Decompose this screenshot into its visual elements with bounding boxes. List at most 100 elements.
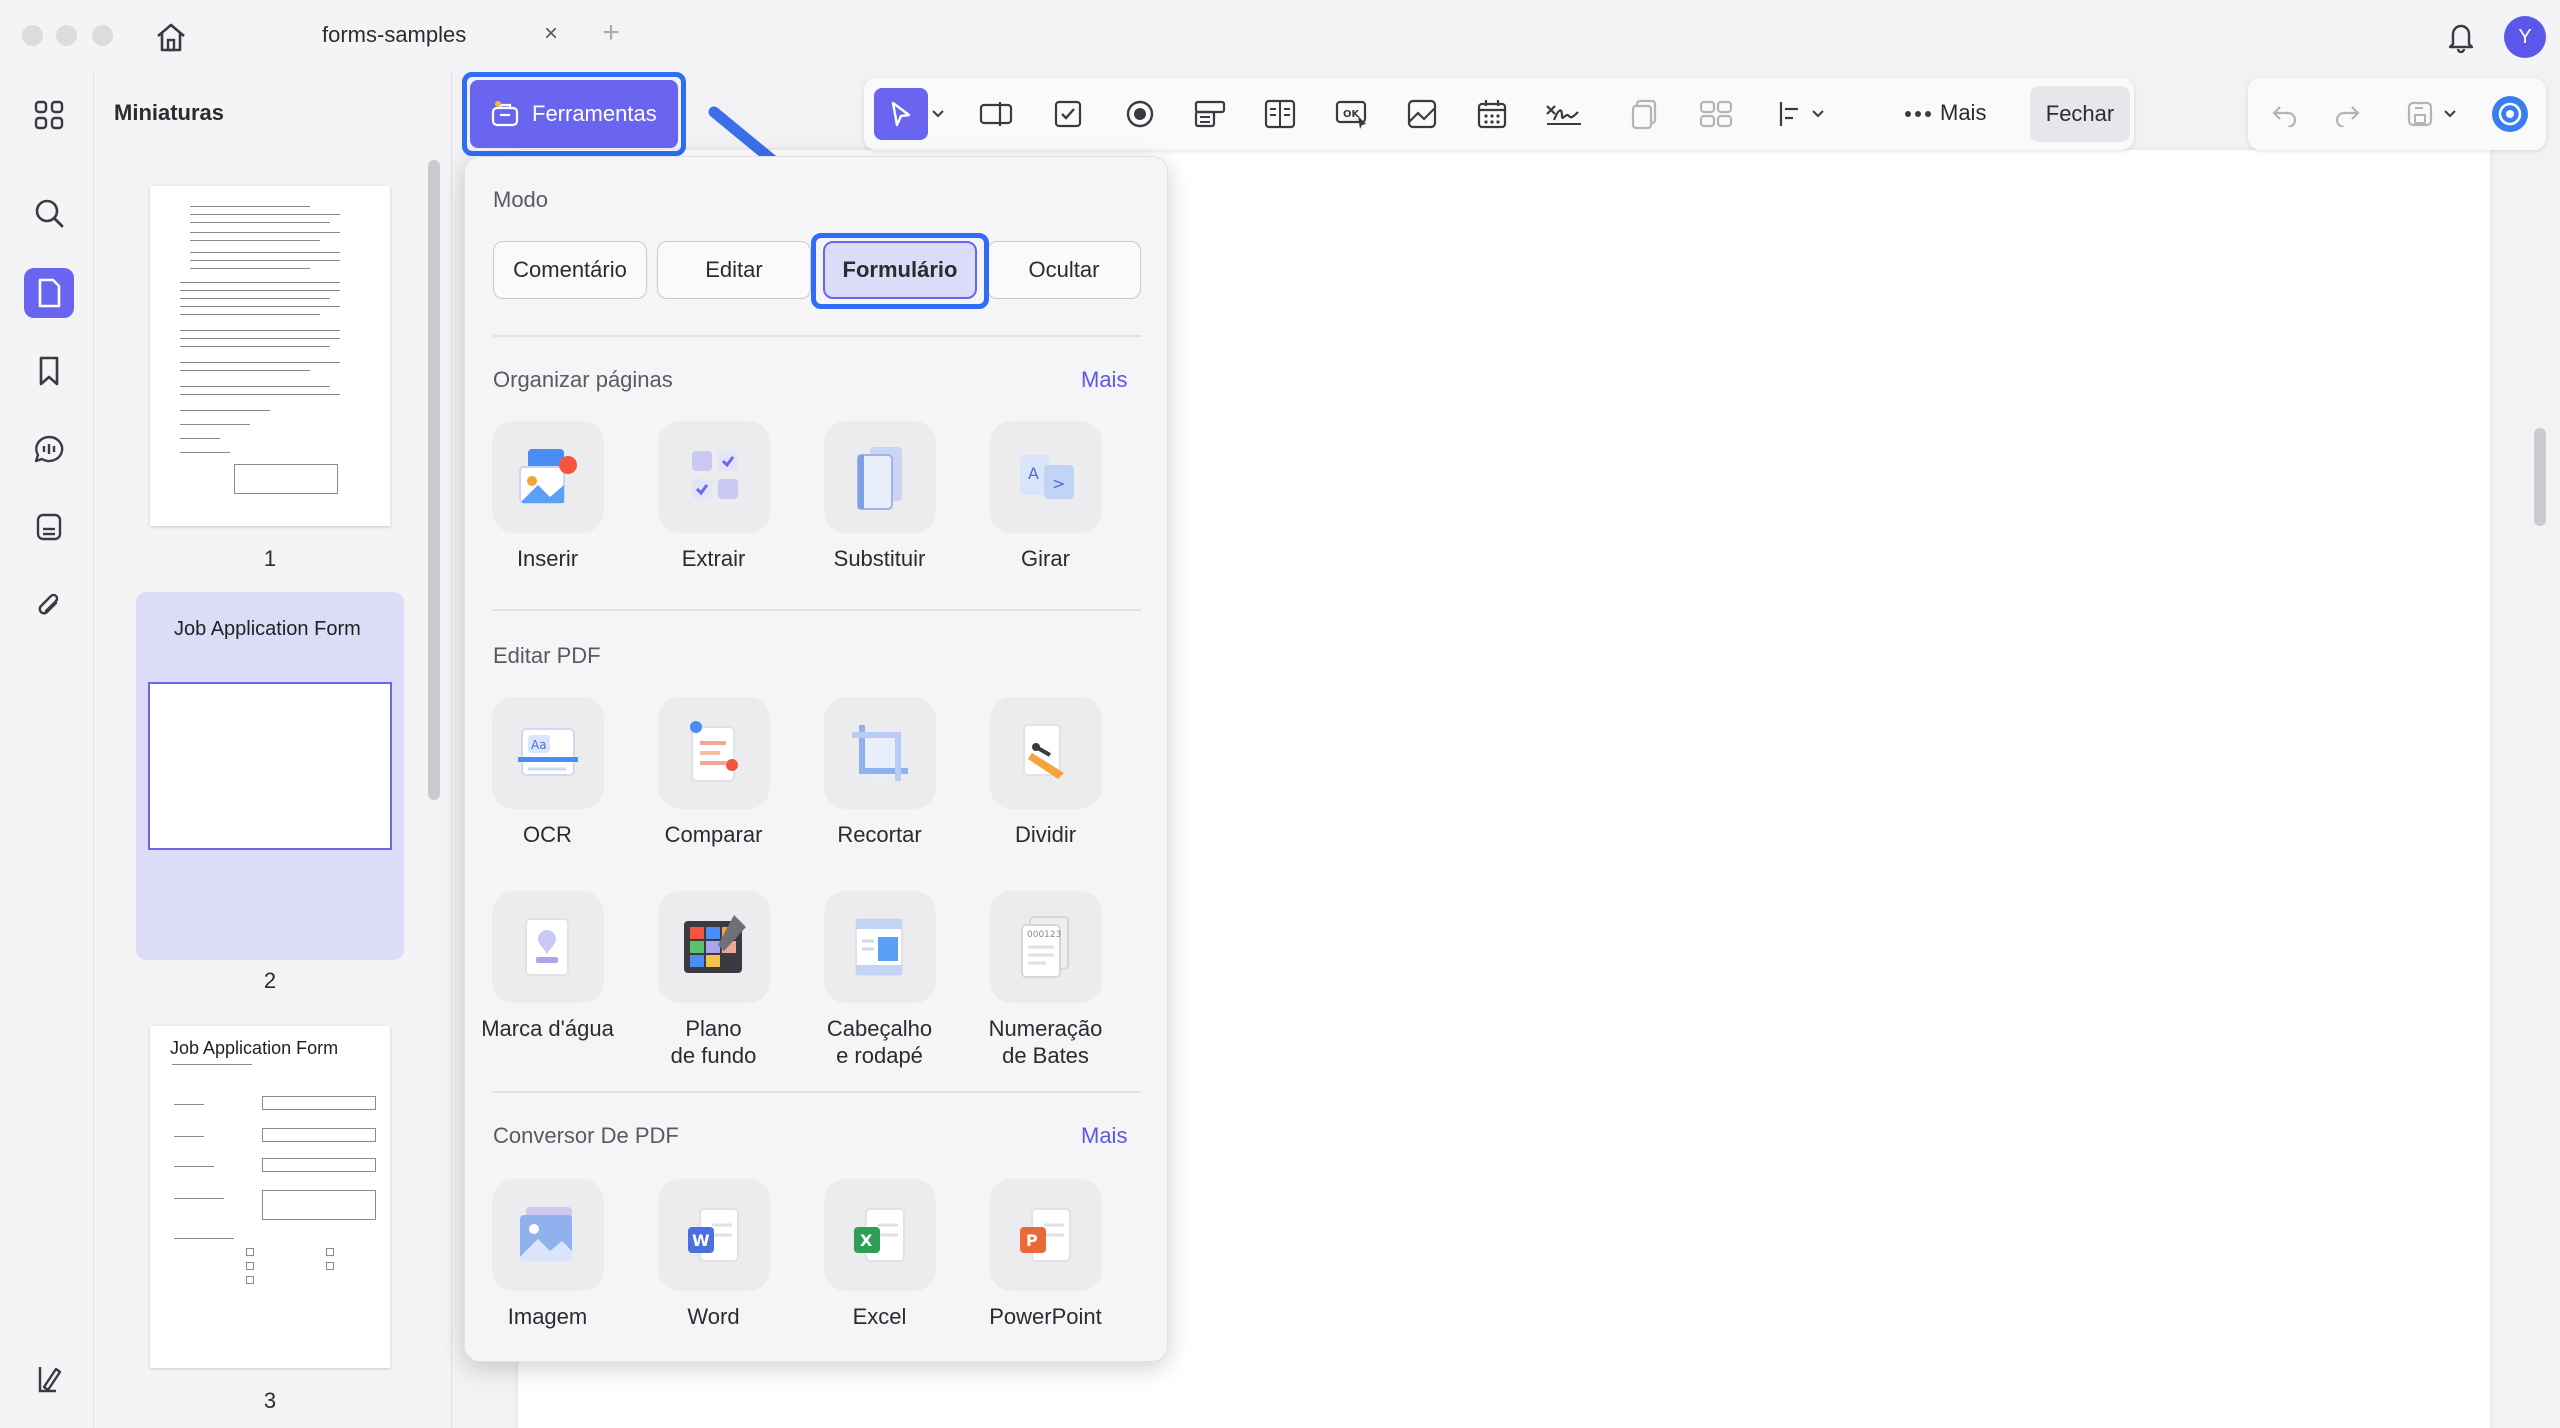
tool-watermark-label: Marca d'água: [481, 1016, 614, 1041]
undo-icon[interactable]: [2262, 92, 2306, 136]
align-chevron-down-icon[interactable]: [1806, 92, 1830, 136]
combo-box-icon[interactable]: [1188, 92, 1232, 136]
home-icon[interactable]: [150, 17, 192, 57]
document-tab[interactable]: forms-samples ×: [232, 12, 584, 60]
save-icon[interactable]: [2398, 92, 2442, 136]
tool-to-excel[interactable]: X Excel: [797, 1179, 962, 1330]
tool-compare[interactable]: Comparar: [631, 697, 796, 848]
tool-bates-label: Numeração de Bates: [988, 1016, 1103, 1068]
tool-insert-label: Inserir: [516, 546, 579, 571]
tool-header-footer-label: Cabeçalho e rodapé: [826, 1016, 933, 1068]
mode-edit-button[interactable]: Editar: [657, 241, 811, 299]
text-field-icon[interactable]: [974, 92, 1018, 136]
close-mode-button[interactable]: Fechar: [2030, 86, 2130, 142]
redo-icon[interactable]: [2326, 92, 2370, 136]
bookmark-icon[interactable]: [24, 346, 74, 396]
list-box-icon[interactable]: [1258, 92, 1302, 136]
user-avatar[interactable]: Y: [2504, 16, 2546, 58]
tool-crop[interactable]: Recortar: [797, 697, 962, 848]
mode-section-label: Modo: [493, 187, 549, 212]
section-divider: [493, 1091, 1141, 1093]
section-divider: [493, 335, 1141, 337]
ai-assistant-icon[interactable]: [2488, 92, 2532, 136]
secondary-toolbar: [2248, 78, 2546, 150]
more-button[interactable]: Mais: [1940, 100, 1986, 126]
tool-replace[interactable]: Substituir: [797, 421, 962, 572]
radio-button-icon[interactable]: [1118, 92, 1162, 136]
tool-split[interactable]: Dividir: [963, 697, 1128, 848]
tool-background[interactable]: Plano de fundo: [631, 891, 796, 1069]
rotate-pages-icon: A >: [989, 421, 1102, 533]
page-thumbnail-1[interactable]: [150, 186, 390, 526]
tool-to-powerpoint[interactable]: P PowerPoint: [963, 1179, 1128, 1330]
chevron-down-icon[interactable]: [926, 92, 950, 136]
tool-crop-label: Recortar: [837, 822, 922, 847]
tab-close-icon[interactable]: ×: [536, 20, 566, 48]
signature-field-icon[interactable]: [1542, 92, 1586, 136]
thumbnails-scrollbar[interactable]: [428, 160, 440, 800]
tool-bates[interactable]: 000123 Numeração de Bates: [963, 891, 1128, 1069]
stamp-icon[interactable]: [24, 502, 74, 552]
bell-icon[interactable]: [2440, 16, 2482, 58]
mode-comment-button[interactable]: Comentário: [493, 241, 647, 299]
tool-insert[interactable]: Inserir: [465, 421, 630, 572]
grid-apps-icon[interactable]: [24, 90, 74, 140]
page-number-2: 2: [263, 968, 277, 993]
organize-more-link[interactable]: Mais: [1081, 367, 1127, 393]
tool-ocr[interactable]: Aa OCR: [465, 697, 630, 848]
document-scrollbar[interactable]: [2534, 428, 2546, 526]
svg-text:Aa: Aa: [531, 738, 547, 752]
convert-more-link[interactable]: Mais: [1081, 1123, 1127, 1149]
more-dots-icon[interactable]: [1896, 92, 1940, 136]
mode-hide-button[interactable]: Ocultar: [987, 241, 1141, 299]
header-footer-icon: [823, 891, 936, 1003]
search-icon[interactable]: [24, 188, 74, 238]
new-tab-icon[interactable]: +: [596, 16, 626, 50]
tool-watermark[interactable]: Marca d'água: [465, 891, 630, 1042]
crop-icon: [823, 697, 936, 809]
tool-replace-label: Substituir: [833, 546, 926, 571]
tool-to-image[interactable]: Imagem: [465, 1179, 630, 1330]
tool-to-word[interactable]: W Word: [631, 1179, 796, 1330]
select-cursor-icon[interactable]: [874, 88, 928, 140]
comments-icon[interactable]: [24, 424, 74, 474]
extract-pages-icon: [657, 421, 770, 533]
convert-section-label: Conversor De PDF: [493, 1123, 679, 1148]
page-2-form-field: [148, 682, 392, 850]
split-icon: [989, 697, 1102, 809]
tool-rotate[interactable]: A > Girar: [963, 421, 1128, 572]
layers-icon[interactable]: [24, 1354, 74, 1404]
page-number-1: 1: [263, 546, 277, 571]
grid-fields-icon[interactable]: [1694, 92, 1738, 136]
thumbnails-title: Miniaturas: [114, 100, 225, 125]
tools-button-highlight: [462, 72, 686, 156]
svg-text:W: W: [692, 1231, 710, 1250]
date-field-icon[interactable]: [1470, 92, 1514, 136]
tool-to-excel-label: Excel: [852, 1304, 907, 1329]
tool-extract-label: Extrair: [681, 546, 746, 571]
attachment-icon[interactable]: [24, 580, 74, 630]
window-close-button[interactable]: [22, 25, 43, 46]
tool-to-word-label: Word: [687, 1304, 740, 1329]
tool-to-powerpoint-label: PowerPoint: [989, 1304, 1102, 1329]
window-minimize-button[interactable]: [56, 25, 77, 46]
tools-panel: Modo Comentário Editar Formulário Oculta…: [464, 156, 1168, 1362]
tab-title: forms-samples: [322, 22, 467, 47]
tool-extract[interactable]: Extrair: [631, 421, 796, 572]
tool-split-label: Dividir: [1014, 822, 1077, 847]
button-field-icon[interactable]: OK: [1330, 92, 1374, 136]
page-thumbnail-3[interactable]: Job Application Form: [150, 1026, 390, 1368]
svg-text:A: A: [1028, 464, 1039, 483]
window-zoom-button[interactable]: [92, 25, 113, 46]
svg-text:>: >: [1052, 474, 1065, 493]
organize-section-label: Organizar páginas: [493, 367, 673, 392]
svg-text:OK: OK: [1343, 109, 1361, 120]
copy-fields-icon[interactable]: [1622, 92, 1666, 136]
thumbnails-icon[interactable]: [24, 268, 74, 318]
excel-icon: X: [823, 1179, 936, 1291]
save-chevron-down-icon[interactable]: [2438, 92, 2462, 136]
tool-rotate-label: Girar: [1021, 546, 1070, 571]
checkbox-icon[interactable]: [1046, 92, 1090, 136]
tool-header-footer[interactable]: Cabeçalho e rodapé: [797, 891, 962, 1069]
image-field-icon[interactable]: [1400, 92, 1444, 136]
